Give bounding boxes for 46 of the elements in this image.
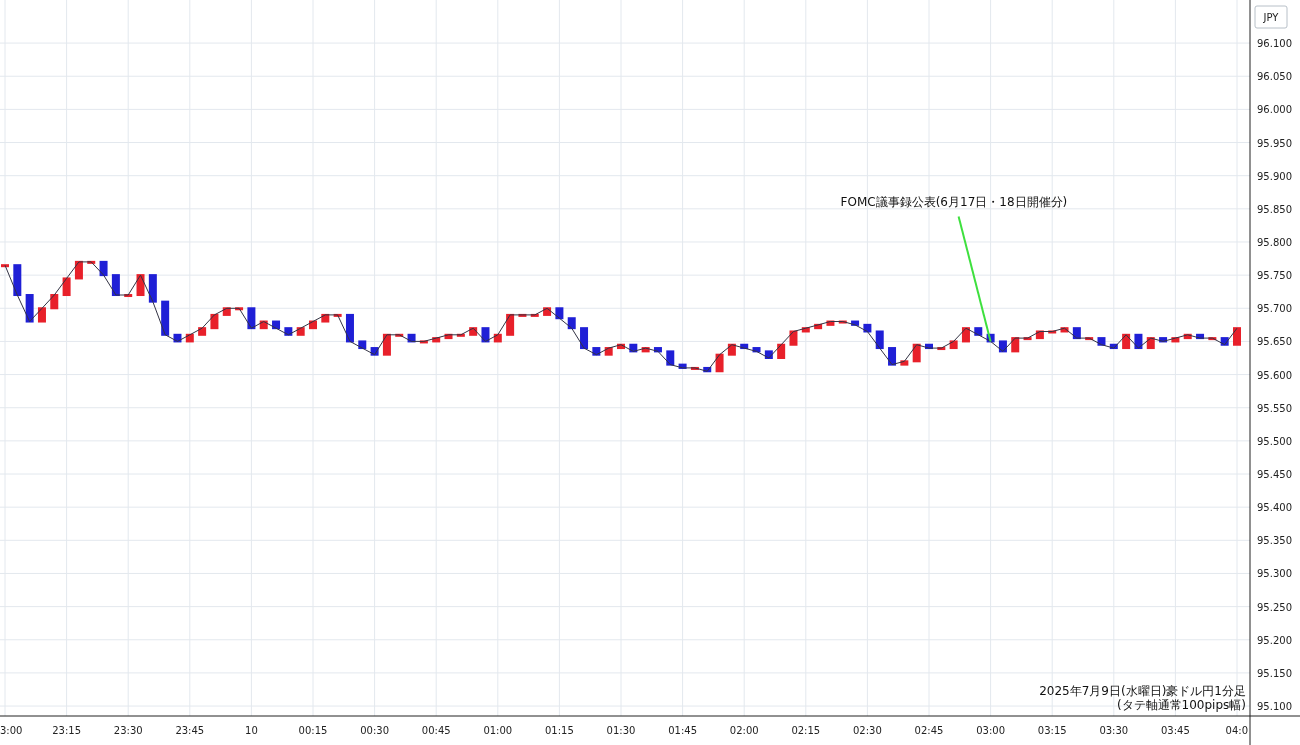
y-axis-label: 95.200: [1257, 634, 1292, 646]
x-axis-label: 01:45: [668, 725, 697, 736]
x-axis-label: 03:45: [1161, 725, 1190, 736]
x-axis-label: 02:45: [914, 725, 944, 736]
x-axis-label: 00:15: [298, 725, 328, 736]
y-axis-label: 95.250: [1257, 601, 1292, 613]
x-axis-label: 03:00: [976, 725, 1005, 736]
y-axis-label: 95.900: [1257, 170, 1292, 182]
y-axis-label: 95.850: [1257, 203, 1292, 215]
x-axis-label: 23:30: [113, 725, 143, 736]
y-axis-label: 96.050: [1257, 71, 1292, 83]
chart-caption: 2025年7月9日(水曜日)豪ドル円1分足: [1039, 684, 1246, 698]
x-axis-label: 02:15: [791, 725, 821, 736]
y-axis-label: 95.450: [1257, 469, 1292, 480]
y-axis-label: 95.350: [1257, 535, 1292, 547]
x-axis-label: 03:30: [1099, 725, 1129, 736]
y-axis-label: 95.500: [1257, 435, 1292, 447]
x-axis-label: 23:45: [175, 725, 205, 736]
y-axis-label: 95.700: [1257, 303, 1292, 315]
x-axis-label: 23:15: [52, 725, 81, 736]
x-axis-label: 02:00: [729, 725, 759, 736]
y-axis-label: 96.100: [1257, 38, 1292, 50]
y-axis-label: 95.950: [1257, 137, 1292, 149]
y-axis-label: 95.600: [1257, 369, 1292, 381]
y-axis-label: 95.100: [1257, 701, 1292, 713]
y-axis-label: 95.650: [1257, 336, 1292, 348]
y-axis-label: 95.550: [1257, 402, 1292, 414]
x-axis-label: 02:30: [853, 725, 882, 736]
x-axis-label: 04:0: [1225, 725, 1248, 736]
y-axis-label: 95.400: [1257, 502, 1292, 514]
y-axis-label: 96.000: [1257, 104, 1292, 116]
x-axis-label: 10: [245, 725, 258, 736]
x-axis-label: 01:30: [606, 725, 636, 736]
x-axis-label: 3:00: [0, 725, 23, 736]
x-axis-label: 00:45: [421, 725, 451, 736]
annotation-text: FOMC議事録公表(6月17日・18日開催分): [840, 195, 1068, 210]
chart-caption: (タテ軸通常100pips幅): [1116, 698, 1246, 712]
y-axis-label: 95.150: [1257, 667, 1292, 679]
x-axis-label: 01:00: [483, 725, 513, 736]
currency-label: JPY: [1254, 5, 1288, 29]
x-axis-label: 01:15: [545, 725, 574, 736]
x-axis-label: 03:15: [1037, 725, 1067, 736]
y-axis-label: 95.750: [1257, 270, 1292, 282]
y-axis-label: 95.300: [1257, 568, 1292, 580]
y-axis-label: 95.800: [1257, 237, 1292, 248]
x-axis-label: 00:30: [360, 725, 389, 736]
